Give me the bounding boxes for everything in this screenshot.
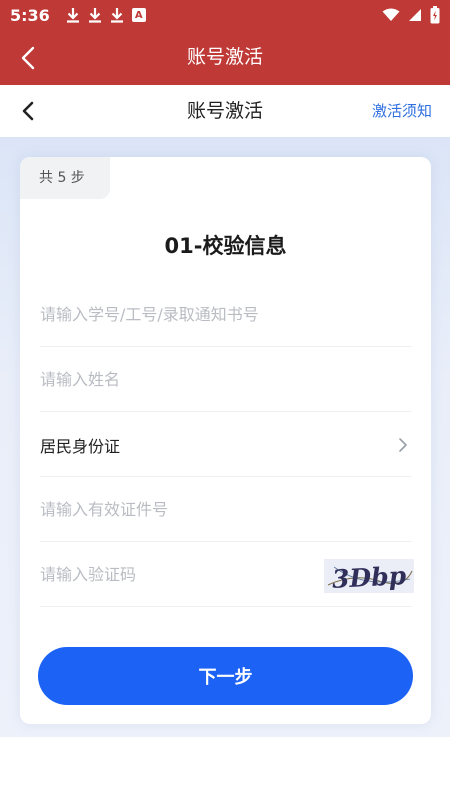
id-type-value: 居民身份证: [40, 436, 121, 456]
wifi-icon: [382, 8, 400, 21]
page-nav: 账号激活 激活须知: [0, 85, 450, 137]
status-bar: 5:36 A: [0, 0, 450, 30]
app-bar-title: 账号激活: [186, 46, 263, 68]
download-icon: [110, 8, 123, 23]
app-bar: 账号激活: [0, 30, 450, 85]
activation-notice-link[interactable]: 激活须知: [372, 85, 432, 137]
system-icons: [382, 6, 440, 24]
a-icon: A: [131, 8, 146, 22]
download-icon: [66, 8, 79, 23]
step-badge: 共 5 步: [20, 157, 110, 199]
captcha-field: 3Dbp: [40, 543, 414, 607]
student-id-input[interactable]: [40, 305, 412, 324]
download-icon: [88, 8, 101, 23]
status-time: 5:36: [10, 5, 50, 25]
name-field: [40, 348, 412, 412]
signal-icon: [409, 9, 421, 21]
name-input[interactable]: [40, 370, 412, 389]
battery-icon: [430, 6, 440, 24]
id-type-select[interactable]: 居民身份证: [40, 413, 412, 477]
next-button[interactable]: 下一步: [38, 647, 413, 705]
notification-icons: A: [66, 7, 146, 23]
student-id-field: [40, 283, 412, 347]
captcha-image[interactable]: 3Dbp: [324, 559, 414, 593]
form-title: 01-校验信息: [164, 234, 287, 258]
chevron-right-icon: [399, 438, 407, 452]
captcha-input[interactable]: [40, 565, 310, 584]
captcha-graphic: 3Dbp: [324, 559, 414, 593]
captcha-text: 3Dbp: [331, 561, 407, 593]
id-number-field: [40, 478, 412, 542]
id-number-input[interactable]: [40, 500, 412, 519]
form-card: 共 5 步 01-校验信息 居民身份证 3Dbp 下一步: [20, 157, 431, 724]
